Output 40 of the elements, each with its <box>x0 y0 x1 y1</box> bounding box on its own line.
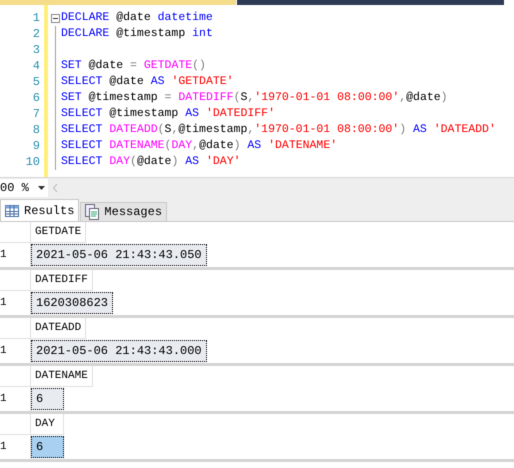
column-header[interactable]: DAY <box>31 414 64 435</box>
code-line: SELECT DATEADD(S,@timestamp,'1970-01-01 08:00:00') AS 'DATEADD' <box>61 122 496 138</box>
zoom-dropdown[interactable]: 00 % <box>0 178 48 196</box>
code-line: SELECT DAY(@date) AS 'DAY' <box>61 154 240 170</box>
result-tab[interactable]: Results <box>0 199 80 221</box>
document-icon <box>85 204 100 220</box>
result-cell[interactable]: 6 <box>31 436 64 458</box>
code-line: SET @timestamp = DATEDIFF(S,'1970-01-01 08:00:00',@date) <box>61 90 448 106</box>
line-number: 2 <box>32 26 40 42</box>
column-header[interactable]: DATEADD <box>31 318 86 339</box>
line-number: 1 <box>32 10 40 26</box>
chevron-left-icon[interactable] <box>53 184 58 192</box>
code-line: SELECT @date AS 'GETDATE' <box>61 74 234 90</box>
line-number: 4 <box>32 58 40 74</box>
code-line: DECLARE @date datetime <box>61 10 213 26</box>
grid-corner-cell <box>0 222 31 243</box>
code-line: SET @date = GETDATE() <box>61 58 206 74</box>
result-cell[interactable]: 1620308623 <box>31 292 114 314</box>
result-cell[interactable]: 2021-05-06 21:43:43.000 <box>31 340 207 362</box>
column-header[interactable]: DATENAME <box>31 366 93 387</box>
caret-icon <box>38 186 45 190</box>
collapse-icon[interactable] <box>50 14 60 22</box>
column-header[interactable]: GETDATE <box>31 222 86 243</box>
line-number: 5 <box>32 74 40 90</box>
document-tab[interactable] <box>0 0 236 5</box>
line-number: 9 <box>32 138 40 154</box>
line-number: 7 <box>32 106 40 122</box>
line-number: 3 <box>32 42 40 58</box>
line-number: 6 <box>32 90 40 106</box>
code-line: DECLARE @timestamp int <box>61 26 213 42</box>
line-number: 10 <box>26 154 40 170</box>
result-tab[interactable]: Messages <box>80 202 168 221</box>
code-line: SELECT @timestamp AS 'DATEDIFF' <box>61 106 275 122</box>
table-icon <box>5 204 19 216</box>
result-cell[interactable]: 2021-05-06 21:43:43.050 <box>31 244 207 266</box>
document-tab[interactable] <box>237 0 504 5</box>
code-line: SELECT DATENAME(DAY,@date) AS 'DATENAME' <box>61 138 338 154</box>
column-header[interactable]: DATEDIFF <box>31 270 93 291</box>
line-number: 8 <box>32 122 40 138</box>
result-cell[interactable]: 6 <box>31 388 64 410</box>
